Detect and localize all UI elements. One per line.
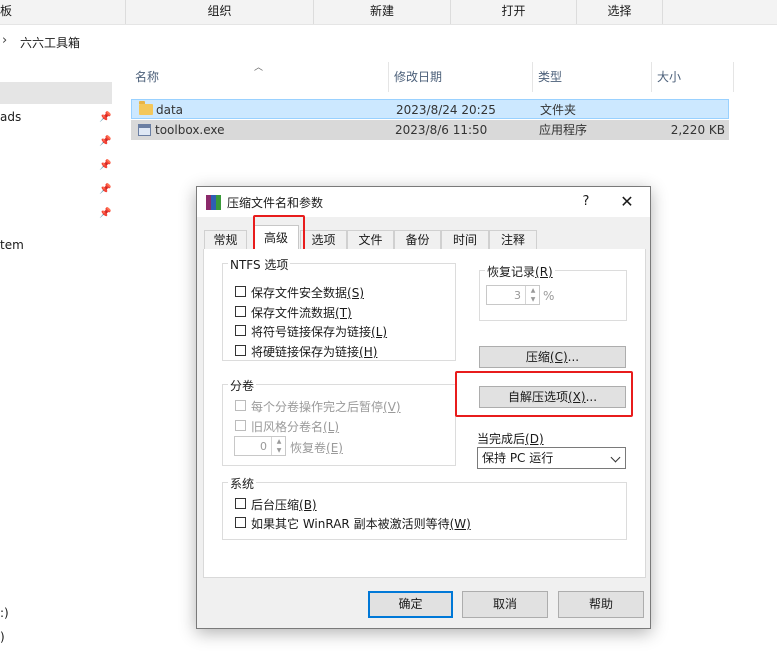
file-type: 文件夹 [540, 103, 577, 117]
file-row-toolbox[interactable]: toolbox.exe 2023/8/6 11:50 应用程序 2,220 KB [131, 120, 729, 140]
recovery-record-label: 恢复记录(R) [485, 263, 555, 280]
wait-other-winrar-checkbox[interactable] [235, 517, 246, 528]
ribbon-tab-label: 打开 [501, 4, 526, 18]
file-type: 应用程序 [539, 123, 588, 137]
background-archiving-checkbox[interactable] [235, 498, 246, 509]
spin-up-icon[interactable]: ▲ [526, 286, 540, 295]
column-header-size[interactable]: 大小 [653, 62, 734, 92]
after-completion-label: 当完成后(D) [477, 432, 544, 446]
old-style-names-label[interactable]: 旧风格分卷名(L) [251, 418, 339, 435]
file-date: 2023/8/24 20:25 [396, 103, 496, 117]
save-hardlinks-label[interactable]: 将硬链接保存为链接(H) [251, 343, 377, 360]
nav-item-system[interactable]: tem [0, 238, 24, 252]
breadcrumb-current-folder[interactable]: 六六工具箱 [20, 34, 80, 51]
wait-other-winrar-label[interactable]: 如果其它 WinRAR 副本被激活则等待(W) [251, 515, 471, 532]
spin-up-icon[interactable]: ▲ [272, 437, 286, 446]
pin-icon: 📌 [99, 160, 112, 171]
address-bar[interactable]: › 六六工具箱 [0, 25, 777, 59]
nav-item-downloads[interactable]: ads [0, 110, 21, 124]
pin-icon: 📌 [99, 208, 112, 219]
file-date: 2023/8/6 11:50 [395, 123, 488, 137]
pin-icon: 📌 [99, 184, 112, 195]
dialog-titlebar[interactable]: 压缩文件名和参数 ? ✕ [197, 187, 650, 217]
help-icon[interactable]: ? [575, 192, 597, 212]
file-row-data[interactable]: data 2023/8/24 20:25 文件夹 [131, 99, 729, 119]
save-streams-label[interactable]: 保存文件流数据(T) [251, 304, 352, 321]
file-name: toolbox.exe [155, 123, 225, 137]
ribbon-tab-open[interactable]: 打开 [451, 0, 577, 24]
after-completion-value: 保持 PC 运行 [482, 451, 554, 465]
highlight-sfx-button [455, 371, 633, 417]
file-size: 2,220 KB [670, 123, 725, 137]
save-security-label[interactable]: 保存文件安全数据(S) [251, 284, 364, 301]
ribbon-tab-label: 板 [0, 4, 13, 18]
recovery-record-spinner[interactable]: 3 ▲ ▼ [486, 285, 540, 305]
recovery-volumes-spinner[interactable]: 0 ▲ ▼ [234, 436, 286, 456]
recovery-volumes-label: 恢复卷(E) [290, 441, 343, 455]
tab-options[interactable]: 选项 [300, 230, 347, 249]
ribbon-tab-select[interactable]: 选择 [577, 0, 663, 24]
chevron-down-icon [610, 452, 621, 463]
ribbon-tab-label: 新建 [369, 4, 394, 18]
winrar-icon [206, 195, 221, 210]
old-style-names-checkbox[interactable] [235, 420, 246, 431]
spinner-buttons[interactable]: ▲ ▼ [271, 437, 286, 455]
system-label: 系统 [228, 475, 257, 492]
volumes-label: 分卷 [228, 377, 257, 394]
ntfs-options-label: NTFS 选项 [228, 256, 291, 273]
after-completion-select[interactable]: 保持 PC 运行 [477, 447, 626, 469]
save-symlinks-checkbox[interactable] [235, 325, 246, 336]
file-name: data [156, 103, 184, 117]
close-icon[interactable]: ✕ [615, 192, 639, 212]
archive-name-parameters-dialog: 压缩文件名和参数 ? ✕ 常规 高级 选项 文件 备份 时间 注释 NTFS 选… [196, 186, 651, 629]
pause-after-volume-checkbox[interactable] [235, 400, 246, 411]
nav-item-selected[interactable] [0, 82, 112, 104]
recovery-record-unit: % [543, 289, 555, 303]
ribbon-tab-organize[interactable]: 组织 [126, 0, 314, 24]
compression-button[interactable]: 压缩(C)... [479, 346, 626, 368]
cancel-button[interactable]: 取消 [462, 591, 548, 618]
tab-general[interactable]: 常规 [204, 230, 247, 249]
save-streams-checkbox[interactable] [235, 306, 246, 317]
recovery-record-value: 3 [514, 289, 521, 302]
spin-down-icon[interactable]: ▼ [526, 295, 540, 304]
tab-comment[interactable]: 注释 [489, 230, 537, 249]
nav-item-drive[interactable]: :) [0, 606, 9, 620]
exe-icon [138, 124, 151, 136]
help-button[interactable]: 帮助 [558, 591, 644, 618]
explorer-ribbon: 板 组织 新建 打开 选择 [0, 0, 777, 25]
ribbon-tab-clipboard[interactable]: 板 [0, 0, 126, 24]
save-symlinks-label[interactable]: 将符号链接保存为链接(L) [251, 323, 387, 340]
pin-icon: 📌 [99, 136, 112, 147]
ribbon-tab-label: 组织 [207, 4, 232, 18]
tab-time[interactable]: 时间 [441, 230, 489, 249]
recovery-volumes-value: 0 [260, 440, 267, 453]
background-archiving-label[interactable]: 后台压缩(B) [251, 496, 317, 513]
nav-item-drive[interactable]: ) [0, 630, 5, 644]
ribbon-tab-label: 选择 [607, 4, 632, 18]
dialog-title: 压缩文件名和参数 [227, 196, 324, 210]
folder-icon [139, 101, 153, 115]
ok-button[interactable]: 确定 [368, 591, 453, 618]
column-header-type[interactable]: 类型 [534, 62, 652, 92]
tab-backup[interactable]: 备份 [394, 230, 441, 249]
chevron-right-icon: › [2, 33, 8, 48]
ribbon-tab-new[interactable]: 新建 [314, 0, 451, 24]
column-header-name[interactable]: 名称 [131, 62, 389, 92]
tab-files[interactable]: 文件 [347, 230, 394, 249]
spinner-buttons[interactable]: ▲ ▼ [525, 286, 540, 304]
pause-after-volume-label[interactable]: 每个分卷操作完之后暂停(V) [251, 398, 401, 415]
spin-down-icon[interactable]: ▼ [272, 446, 286, 455]
save-hardlinks-checkbox[interactable] [235, 345, 246, 356]
pin-icon: 📌 [99, 112, 112, 123]
save-security-checkbox[interactable] [235, 286, 246, 297]
column-header-date[interactable]: 修改日期 [390, 62, 533, 92]
